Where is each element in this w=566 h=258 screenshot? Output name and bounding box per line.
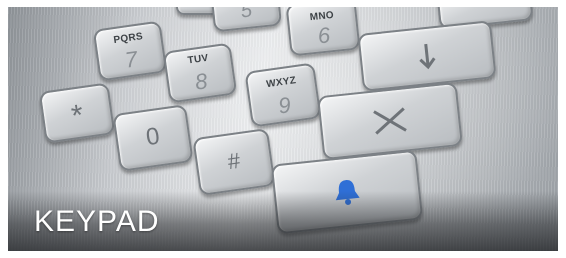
key-9-digit: 9: [276, 92, 293, 119]
key-hash: #: [192, 127, 276, 197]
key-0: 0: [112, 104, 194, 172]
cancel-key: [317, 81, 463, 161]
key-7-digit: 7: [123, 46, 139, 73]
x-icon: [373, 107, 407, 135]
key-6-digit: 6: [316, 22, 332, 49]
key-8-digit: 8: [193, 68, 209, 95]
down-arrow-icon: [419, 43, 436, 70]
key-8: TUV 8: [162, 42, 238, 104]
key-star: *: [38, 82, 116, 144]
key-hash-symbol: #: [226, 147, 242, 175]
key-7: PQRS 7: [92, 20, 168, 82]
down-arrow-key: [357, 20, 497, 92]
keypad-photo: 5 MNO 6 PQRS 7 TUV 8 WXYZ 9 * 0 # KEYPAD: [8, 7, 558, 251]
key-9: WXYZ 9: [244, 62, 322, 128]
key-star-symbol: *: [69, 98, 86, 134]
caption-title: KEYPAD: [34, 205, 160, 238]
key-6: MNO 6: [285, 7, 361, 57]
key-5: 5: [209, 7, 283, 33]
key-0-digit: 0: [144, 122, 162, 152]
key-5-digit: 5: [239, 7, 254, 23]
